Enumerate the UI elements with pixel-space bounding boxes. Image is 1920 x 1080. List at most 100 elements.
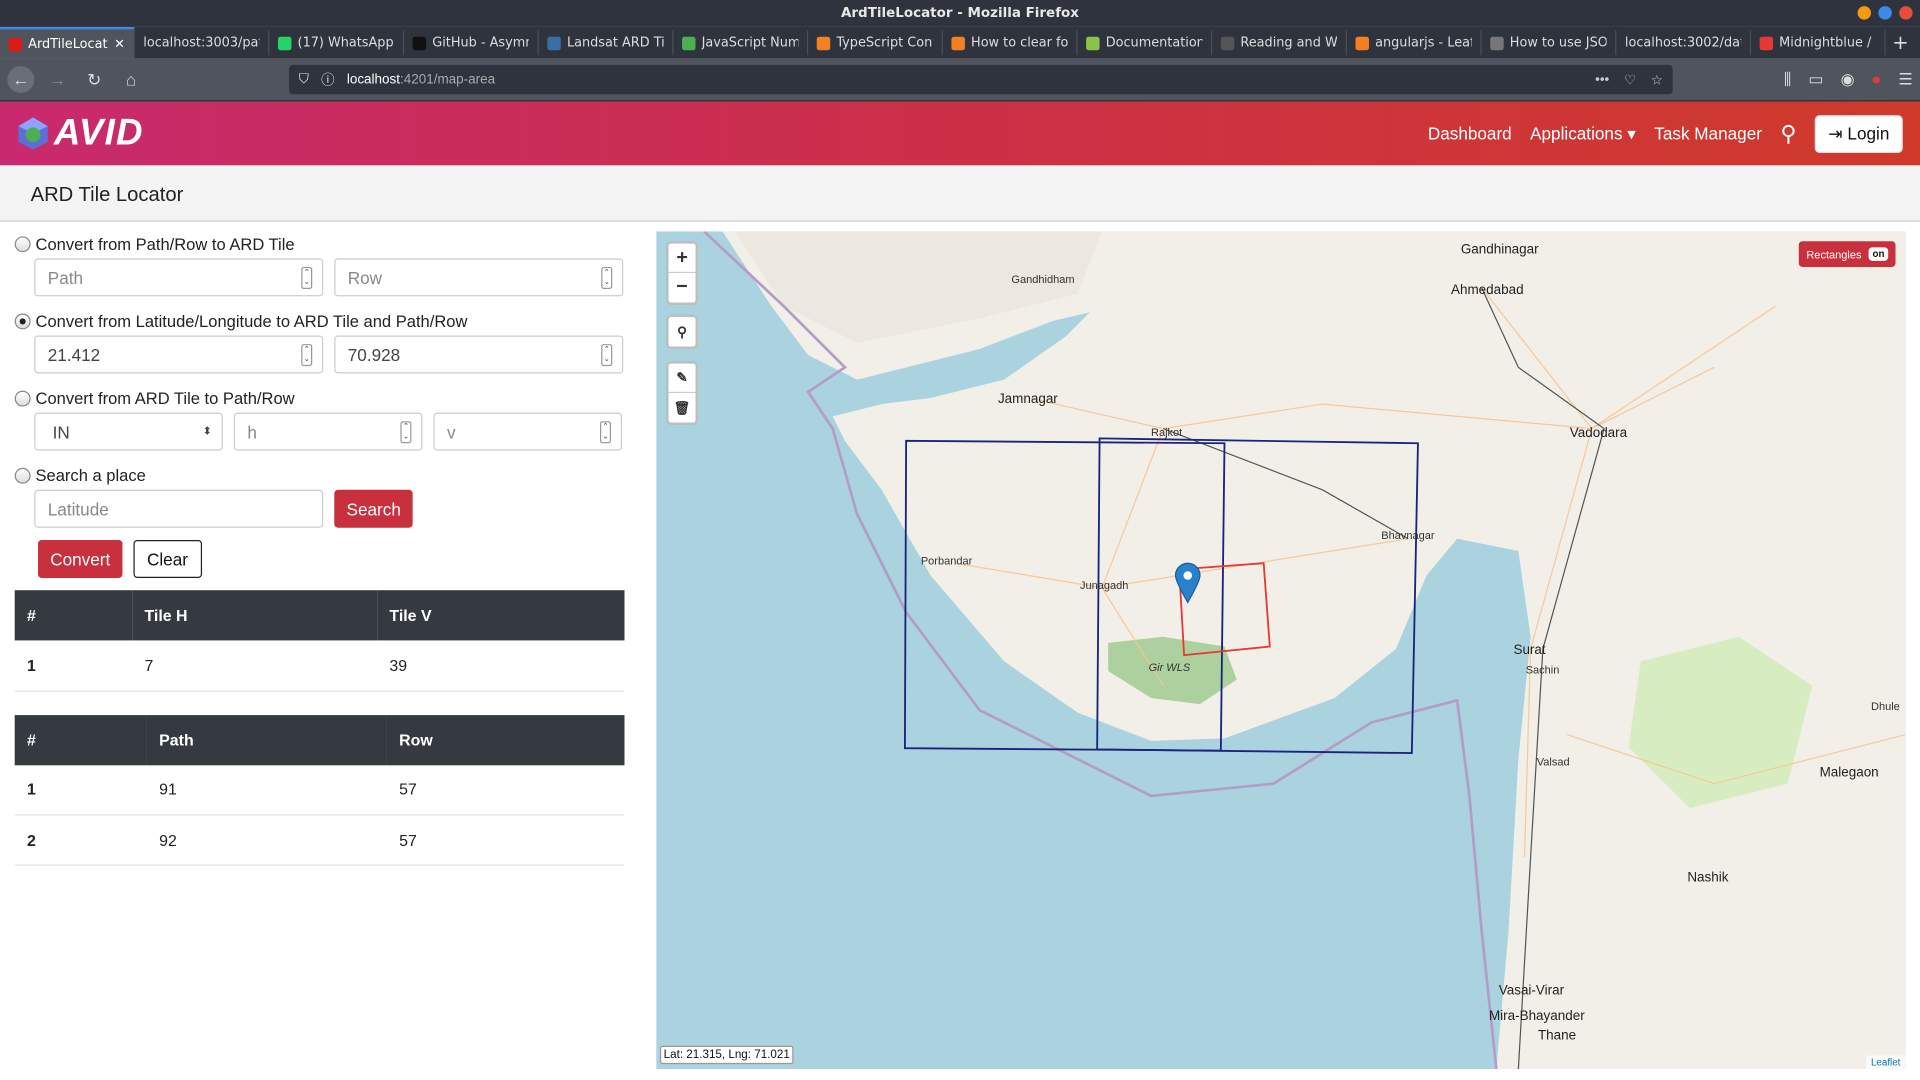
lat-stepper[interactable]: ⌃ ⌄ — [301, 344, 313, 367]
radio-pathrow[interactable] — [14, 235, 31, 252]
path-input[interactable]: Path ⌃ ⌄ — [34, 258, 324, 297]
favicon-icon — [1086, 36, 1100, 50]
table-row: 1 7 39 — [14, 640, 625, 692]
search-icon[interactable]: ⚲ — [1780, 121, 1796, 147]
h-input[interactable]: h ⌃ ⌄ — [233, 412, 423, 451]
sidebar-icon[interactable]: ▭ — [1808, 70, 1823, 90]
h-stepper[interactable]: ⌃ ⌄ — [400, 421, 412, 444]
rectangles-toggle[interactable]: Rectangles on — [1799, 241, 1896, 267]
browser-tab[interactable]: localhost:3003/path — [135, 30, 270, 56]
info-icon: ⓘ — [321, 73, 335, 89]
city-label: Malegaon — [1820, 764, 1879, 779]
browser-tab[interactable]: (17) WhatsApp — [269, 30, 405, 56]
browser-tab[interactable]: Midnightblue / M — [1751, 30, 1886, 56]
marker-tool-icon[interactable]: ⚲ — [669, 317, 696, 346]
radio-latlng[interactable] — [14, 312, 31, 329]
window-title: ArdTileLocator - Mozilla Firefox — [0, 0, 1920, 27]
city-label: Vadodara — [1570, 425, 1628, 440]
city-label: Rajkot — [1151, 427, 1182, 439]
close-window-button[interactable] — [1899, 6, 1913, 20]
nav-dashboard[interactable]: Dashboard — [1428, 124, 1512, 144]
browser-tab[interactable]: How to use JSO — [1482, 30, 1617, 56]
browser-tab[interactable]: Reading and Wri — [1212, 30, 1347, 56]
city-label: Vasai-Virar — [1499, 982, 1565, 997]
more-icon[interactable]: ••• — [1595, 72, 1609, 88]
row-stepper[interactable]: ⌃ ⌄ — [601, 266, 613, 289]
pathrow-result-table: # Path Row 1 91 57 2 92 57 — [14, 714, 625, 866]
region-select[interactable]: IN ⬍ — [34, 412, 223, 451]
maximize-button[interactable] — [1878, 6, 1892, 20]
clear-button[interactable]: Clear — [133, 540, 202, 578]
city-label: Dhule — [1871, 701, 1900, 713]
trash-icon[interactable]: 🗑 — [669, 393, 696, 422]
browser-tab[interactable]: localhost:3002/data — [1616, 30, 1752, 56]
radio-ardtile[interactable] — [14, 390, 31, 406]
search-button[interactable]: Search — [334, 489, 414, 528]
browser-tab[interactable]: ArdTileLocator✕ — [0, 26, 135, 59]
browser-tab[interactable]: Landsat ARD Tile — [539, 30, 674, 56]
favicon-icon — [816, 36, 831, 50]
browser-tab[interactable]: How to clear for — [943, 30, 1078, 56]
home-button[interactable]: ⌂ — [118, 66, 145, 93]
browser-tab[interactable]: GitHub - Asymm — [404, 30, 539, 56]
zoom-out-button[interactable]: − — [669, 273, 696, 302]
city-label: Nashik — [1687, 870, 1728, 885]
tab-strip: ArdTileLocator✕localhost:3003/path(17) W… — [0, 26, 1920, 59]
map-canvas[interactable]: Gandhinagar Ahmedabad Gandhidham Jamnagar Ra… — [656, 231, 1906, 1069]
city-label: Bhavnagar — [1381, 530, 1435, 542]
page-title: ARD Tile Locator — [0, 165, 1920, 222]
logo[interactable]: AVID — [17, 113, 144, 155]
close-tab-icon[interactable]: ✕ — [114, 37, 125, 52]
place-search-input[interactable]: Latitude — [34, 489, 324, 528]
row-input[interactable]: Row ⌃ ⌄ — [334, 258, 624, 297]
minimize-button[interactable] — [1857, 6, 1872, 20]
converter-panel: Convert from Path/Row to ARD Tile Path ⌃ ⌄… — [14, 231, 625, 866]
browser-tab[interactable]: TypeScript Conv — [808, 30, 943, 56]
city-label: Porbandar — [921, 555, 973, 567]
locate-control: ⚲ — [666, 314, 698, 349]
library-icon[interactable]: ⫼ — [1784, 70, 1791, 90]
new-tab-button[interactable]: + — [1886, 27, 1915, 59]
pocket-icon[interactable]: ♡ — [1624, 72, 1636, 88]
reload-button[interactable]: ↻ — [81, 66, 108, 93]
select-arrows-icon: ⬍ — [202, 424, 212, 438]
zoom-in-button[interactable]: + — [668, 244, 696, 274]
extension-icon[interactable]: ● — [1872, 70, 1882, 90]
edit-icon[interactable]: ✎ — [668, 364, 696, 394]
back-button[interactable]: ← — [7, 66, 35, 94]
radio-search-place[interactable] — [14, 467, 31, 484]
login-button[interactable]: ⇥ Login — [1814, 114, 1903, 153]
latitude-input[interactable]: 21.412 ⌃ ⌄ — [34, 335, 324, 374]
browser-tab[interactable]: Documentation — [1078, 30, 1213, 56]
city-label: Surat — [1513, 642, 1545, 657]
browser-toolbar: ← → ↻ ⌂ ⛉ ⓘ localhost:4201/map-area ••• ♡ ☆… — [0, 58, 1920, 102]
favicon-icon — [951, 36, 965, 50]
tile-result-table: # Tile H Tile V 1 7 39 — [14, 590, 625, 692]
map[interactable]: Gandhinagar Ahmedabad Gandhidham Jamnagar Ra… — [656, 231, 1906, 1069]
path-stepper[interactable]: ⌃ ⌄ — [301, 266, 313, 289]
favicon-icon — [547, 36, 561, 50]
zoom-control: + − — [666, 241, 698, 305]
longitude-input[interactable]: 70.928 ⌃ ⌄ — [334, 335, 624, 374]
nav-applications[interactable]: Applications ▾ — [1530, 123, 1636, 144]
bookmark-star-icon[interactable]: ☆ — [1651, 72, 1663, 88]
v-stepper[interactable]: ⌃ ⌄ — [600, 421, 612, 444]
browser-tab[interactable]: angularjs - Leafl — [1347, 30, 1482, 56]
browser-tab[interactable]: JavaScript Numb — [673, 30, 809, 56]
attribution-link[interactable]: Leaflet — [1866, 1055, 1906, 1069]
menu-icon[interactable]: ☰ — [1898, 70, 1912, 90]
nav-task-manager[interactable]: Task Manager — [1654, 124, 1762, 144]
app-header: AVID Dashboard Applications ▾ Task Manag… — [0, 101, 1920, 166]
favicon-icon — [1759, 36, 1774, 50]
v-input[interactable]: v ⌃ ⌄ — [433, 412, 623, 451]
city-label: Gandhinagar — [1461, 241, 1539, 256]
favicon-icon — [1220, 36, 1235, 50]
favicon-icon — [277, 36, 292, 50]
convert-button[interactable]: Convert — [37, 540, 123, 578]
url-bar[interactable]: ⛉ ⓘ localhost:4201/map-area ••• ♡ ☆ — [288, 64, 1673, 95]
logo-cube-icon — [18, 117, 48, 150]
lng-stepper[interactable]: ⌃ ⌄ — [601, 344, 613, 367]
account-icon[interactable]: ◉ — [1841, 70, 1855, 90]
shield-icon: ⛉ — [298, 71, 309, 87]
forward-button[interactable]: → — [44, 66, 71, 93]
